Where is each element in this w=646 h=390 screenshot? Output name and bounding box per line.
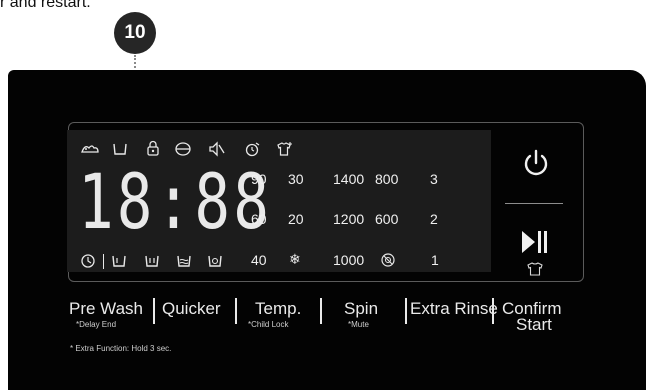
temp-40: 40 [251, 252, 267, 268]
icon-divider [103, 254, 104, 269]
spin-button[interactable]: Spin [344, 300, 378, 318]
button-divider-4 [405, 298, 407, 324]
button-divider-5 [492, 298, 494, 324]
lock-icon [147, 140, 159, 156]
no-spin-icon [381, 253, 395, 267]
spin-tub-icon [208, 255, 222, 267]
temp-90: 90 [251, 171, 267, 187]
snowflake-icon: ❄ [289, 251, 301, 267]
button-divider-3 [320, 298, 322, 324]
callout-badge: 10 [114, 12, 156, 54]
time-digits: 18:88 [78, 157, 273, 246]
spin-1400: 1400 [333, 171, 365, 187]
temp-button[interactable]: Temp. [255, 300, 301, 318]
quicker-button[interactable]: Quicker [162, 300, 221, 318]
timer-icon [245, 142, 260, 157]
spin-800: 800 [375, 171, 399, 187]
wash-tub-icon [145, 255, 159, 267]
child-lock-label: *Child Lock [248, 320, 289, 329]
extra-rinse-button[interactable]: Extra Rinse [410, 300, 498, 318]
spin-1200: 1200 [333, 211, 365, 227]
stain-icon [81, 145, 99, 153]
prewash-button[interactable]: Pre Wash [69, 300, 143, 318]
extra-function-note: * Extra Function: Hold 3 sec. [70, 344, 172, 353]
delay-end-label: *Delay End [76, 320, 117, 329]
tub-icon [113, 143, 127, 155]
control-separator [505, 203, 563, 204]
rinse-1: 1 [431, 252, 439, 268]
start-button[interactable]: Start [516, 316, 552, 334]
button-divider-1 [153, 298, 155, 324]
shirt-small-icon [527, 262, 543, 276]
power-icon[interactable] [521, 148, 551, 180]
play-pause-icon[interactable] [520, 228, 550, 256]
prewash-tub-icon [112, 255, 126, 267]
temp-30: 30 [288, 171, 304, 187]
intro-text: r and restart. [0, 0, 91, 11]
temp-60: 60 [251, 211, 267, 227]
spin-1000: 1000 [333, 252, 365, 268]
temp-20: 20 [288, 211, 304, 227]
rinse-3: 3 [430, 171, 438, 187]
button-divider-2 [235, 298, 237, 324]
mute-label: *Mute [348, 320, 369, 329]
eco-icon [175, 142, 191, 156]
rinse-tub-icon [177, 255, 191, 267]
shirt-plus-icon [277, 142, 292, 156]
clock-icon [81, 254, 95, 268]
spin-600: 600 [375, 211, 399, 227]
mute-icon [209, 141, 225, 157]
rinse-2: 2 [430, 211, 438, 227]
